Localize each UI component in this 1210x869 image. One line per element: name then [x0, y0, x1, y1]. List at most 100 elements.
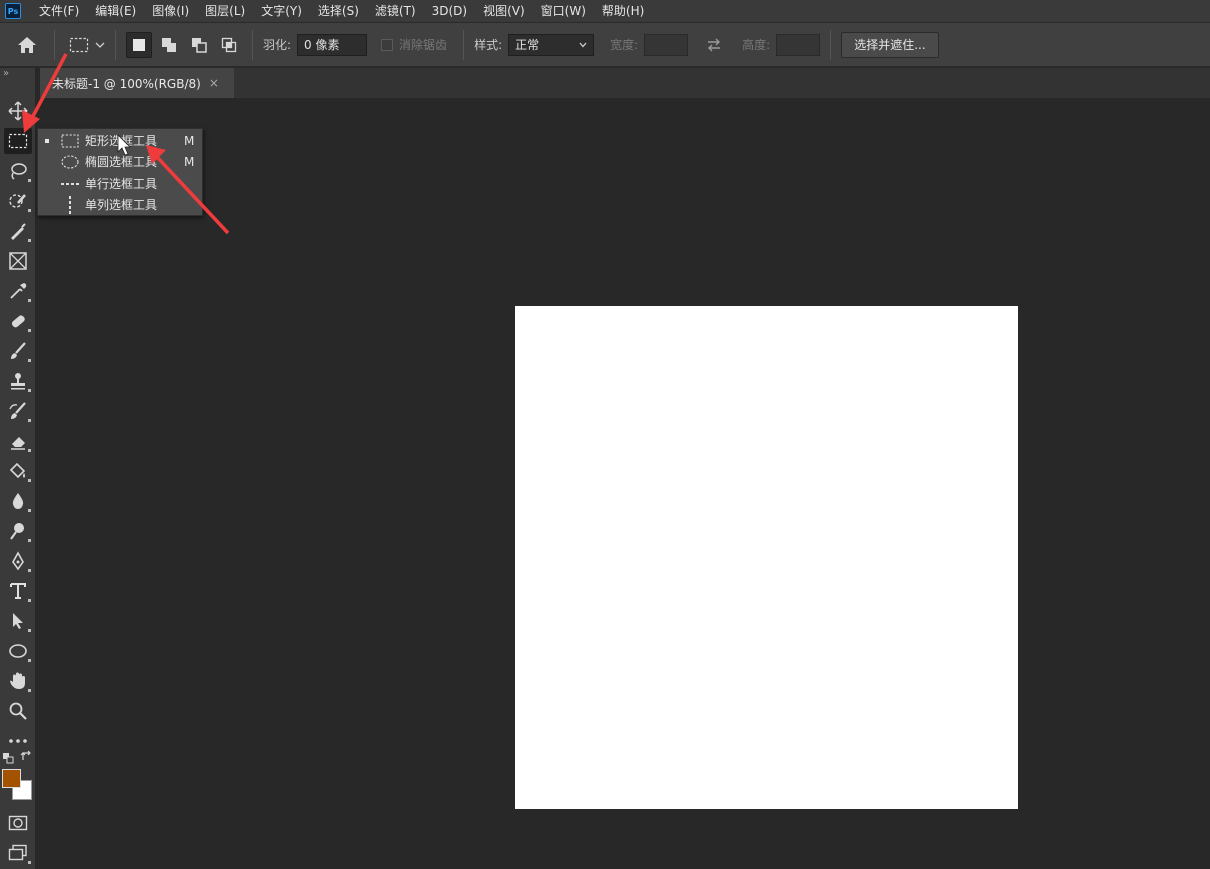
swap-dimensions-icon[interactable]: [706, 38, 722, 52]
single-row-marquee-icon: [60, 177, 80, 191]
antialias-label: 消除锯齿: [399, 38, 448, 52]
marquee-tool[interactable]: [4, 128, 32, 154]
home-icon: [18, 36, 36, 53]
flyout-item-rect-marquee[interactable]: 矩形选框工具 M: [38, 130, 204, 151]
tool-group-indicator: [28, 861, 31, 864]
divider: [54, 29, 55, 60]
width-input[interactable]: [644, 33, 689, 56]
menu-file[interactable]: 文件(F): [31, 0, 87, 23]
screen-mode-button[interactable]: [4, 840, 32, 866]
flyout-item-single-row-marquee[interactable]: 单行选框工具: [38, 173, 204, 194]
home-button[interactable]: [10, 30, 44, 60]
divider: [830, 29, 832, 60]
height-input[interactable]: [776, 33, 821, 56]
magnifier-icon: [9, 702, 27, 720]
paint-bucket-icon: [9, 462, 26, 479]
tool-group-indicator: [28, 299, 31, 302]
quick-mask-icon: [8, 815, 28, 831]
tools-panel: »: [0, 68, 36, 869]
menu-help[interactable]: 帮助(H): [594, 0, 652, 23]
history-brush-tool[interactable]: [4, 398, 32, 424]
subtract-from-selection-button[interactable]: [186, 32, 212, 58]
subtract-selection-icon: [192, 37, 207, 53]
move-tool[interactable]: [4, 98, 32, 124]
antialias-checkbox[interactable]: [381, 38, 394, 51]
eraser-tool[interactable]: [4, 428, 32, 454]
feather-label: 羽化:: [263, 38, 292, 52]
swap-colors-icon[interactable]: [20, 750, 32, 762]
menu-image[interactable]: 图像(I): [144, 0, 197, 23]
tool-group-indicator: [28, 479, 31, 482]
lasso-tool[interactable]: [4, 158, 32, 184]
feather-input[interactable]: 0 像素: [297, 33, 368, 56]
flyout-item-label: 矩形选框工具: [85, 134, 158, 148]
brush-tool[interactable]: [4, 338, 32, 364]
tool-group-indicator: [28, 659, 31, 662]
document-tab-title: 未标题-1 @ 100%(RGB/8): [52, 76, 201, 91]
ellipse-icon: [9, 644, 27, 658]
menu-select[interactable]: 选择(S): [310, 0, 367, 23]
new-selection-button[interactable]: [126, 31, 152, 58]
quick-mask-button[interactable]: [4, 810, 32, 836]
select-and-mask-button[interactable]: 选择并遮住...: [841, 31, 939, 58]
menu-filter[interactable]: 滤镜(T): [367, 0, 424, 23]
tool-group-indicator: [28, 449, 31, 452]
intersect-selection-button[interactable]: [216, 32, 242, 58]
document-canvas[interactable]: [515, 306, 1018, 809]
collapse-panel-icon[interactable]: »: [3, 68, 9, 79]
tool-group-indicator: [28, 239, 31, 242]
type-icon: [10, 583, 26, 599]
width-label: 宽度:: [610, 38, 639, 52]
blur-tool[interactable]: [4, 488, 32, 514]
menu-edit[interactable]: 编辑(E): [87, 0, 144, 23]
screen-mode-icon: [8, 844, 27, 861]
hand-tool[interactable]: [4, 668, 32, 694]
clone-stamp-tool[interactable]: [4, 368, 32, 394]
tool-group-indicator: [28, 119, 31, 122]
eraser-icon: [11, 437, 25, 450]
pen-nib-icon: [11, 223, 26, 240]
type-tool[interactable]: [4, 578, 32, 604]
dodge-tool[interactable]: [4, 518, 32, 544]
single-column-marquee-icon: [60, 195, 80, 214]
paint-bucket-tool[interactable]: [4, 458, 32, 484]
quick-selection-tool[interactable]: [4, 188, 32, 214]
menu-bar: Ps 文件(F) 编辑(E) 图像(I) 图层(L) 文字(Y) 选择(S) 滤…: [0, 0, 1210, 23]
menu-layer[interactable]: 图层(L): [197, 0, 253, 23]
close-icon[interactable]: ×: [209, 76, 219, 90]
flyout-item-ellipse-marquee[interactable]: 椭圆选框工具 M: [38, 151, 204, 172]
menu-type[interactable]: 文字(Y): [253, 0, 310, 23]
app-logo-icon: Ps: [5, 3, 21, 19]
rect-marquee-icon: [8, 133, 28, 149]
add-to-selection-button[interactable]: [156, 32, 182, 58]
style-select[interactable]: 正常: [508, 33, 595, 56]
history-brush-icon: [9, 402, 26, 419]
zoom-tool[interactable]: [4, 698, 32, 724]
options-bar: 羽化: 0 像素 消除锯齿 样式: 正常 宽度: 高度: 选择并遮住...: [0, 23, 1210, 67]
pen-tool[interactable]: [4, 548, 32, 574]
foreground-color-swatch[interactable]: [2, 769, 21, 788]
frame-tool[interactable]: [4, 248, 32, 274]
crop-tool[interactable]: [4, 218, 32, 244]
photoshop-window: Ps 文件(F) 编辑(E) 图像(I) 图层(L) 文字(Y) 选择(S) 滤…: [0, 0, 1210, 869]
brush-icon: [11, 342, 26, 359]
flyout-item-shortcut: M: [184, 154, 195, 169]
document-tab[interactable]: 未标题-1 @ 100%(RGB/8) ×: [40, 68, 234, 98]
menu-view[interactable]: 视图(V): [475, 0, 533, 23]
quick-selection-icon: [9, 194, 26, 208]
selected-indicator: [45, 138, 49, 143]
menu-3d[interactable]: 3D(D): [424, 0, 475, 23]
eyedropper-tool[interactable]: [4, 278, 32, 304]
flyout-item-single-column-marquee[interactable]: 单列选框工具: [38, 194, 204, 215]
dodge-icon: [10, 523, 24, 540]
healing-brush-tool[interactable]: [4, 308, 32, 334]
tool-group-indicator: [28, 329, 31, 332]
water-drop-icon: [12, 493, 24, 509]
pen-icon: [12, 551, 24, 571]
default-colors-icon[interactable]: [2, 752, 14, 764]
add-selection-icon: [162, 37, 176, 52]
menu-window[interactable]: 窗口(W): [533, 0, 594, 23]
path-selection-tool[interactable]: [4, 608, 32, 634]
tool-preset-picker[interactable]: [69, 37, 105, 53]
shape-tool[interactable]: [4, 638, 32, 664]
